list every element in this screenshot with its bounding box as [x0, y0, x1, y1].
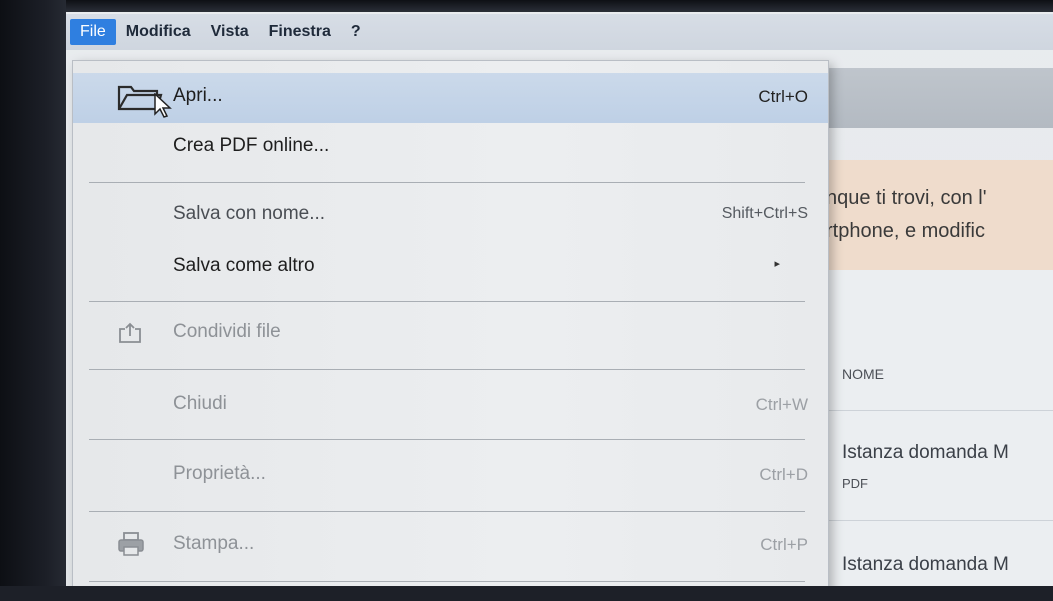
menu-separator — [89, 182, 805, 183]
menu-item-label: Proprietà... — [173, 463, 266, 484]
shortcut-label: Ctrl+O — [758, 87, 808, 106]
shortcut-label: Ctrl+W — [755, 395, 808, 414]
menu-item-proprieta[interactable]: Proprietà... Ctrl+D — [73, 451, 828, 501]
file-row-1-name[interactable]: Istanza domanda M — [842, 442, 1009, 464]
menu-separator — [89, 511, 805, 512]
menu-item-label: Salva con nome... — [173, 203, 326, 224]
menu-separator — [89, 439, 805, 440]
menu-item-label: Condividi file — [173, 321, 281, 342]
file-list: NOME Istanza domanda M PDF Istanza doman… — [826, 270, 1053, 601]
menu-separator — [89, 301, 805, 302]
file-row-2-name[interactable]: Istanza domanda M — [842, 554, 1009, 576]
menu-separator — [89, 369, 805, 370]
file-row-1-type: PDF — [842, 476, 868, 491]
menu-item-salva-con-nome[interactable]: Salva con nome... Shift+Ctrl+S — [73, 191, 828, 241]
menu-item-label: Crea PDF online... — [173, 135, 330, 156]
monitor-bezel-left — [0, 0, 66, 601]
screen: File Modifica Vista Finestra ? nque ti t… — [0, 0, 1053, 601]
menu-item-label: Chiudi — [173, 393, 227, 414]
menu-item-label: Apri... — [173, 85, 223, 106]
menu-finestra[interactable]: Finestra — [259, 19, 341, 45]
menu-item-chiudi[interactable]: Chiudi Ctrl+W — [73, 381, 828, 431]
toolbar-strip — [826, 68, 1053, 128]
printer-icon — [117, 531, 145, 562]
shortcut-label: Shift+Ctrl+S — [721, 205, 808, 222]
column-header-name[interactable]: NOME — [842, 366, 884, 382]
row-divider — [826, 520, 1053, 521]
monitor-bezel-top — [0, 0, 1053, 12]
shortcut-label: Ctrl+P — [760, 535, 808, 554]
monitor-bezel-bottom — [0, 586, 1053, 601]
menu-item-stampa[interactable]: Stampa... Ctrl+P — [73, 521, 828, 571]
banner-text-line-1: nque ti trovi, con l' — [826, 187, 987, 209]
menu-separator — [89, 581, 805, 582]
menu-item-label: Stampa... — [173, 533, 255, 554]
menu-vista[interactable]: Vista — [201, 19, 259, 45]
menu-item-salva-come-altro[interactable]: Salva come altro ▸ — [73, 243, 828, 293]
file-menu-dropdown: Apri... Ctrl+O Crea PDF online... Salva … — [72, 60, 829, 601]
menu-file[interactable]: File — [70, 19, 116, 45]
menu-modifica[interactable]: Modifica — [116, 19, 201, 45]
row-divider — [826, 410, 1053, 411]
promo-banner: nque ti trovi, con l' rtphone, e modific — [826, 160, 1053, 270]
menu-item-apri[interactable]: Apri... Ctrl+O — [73, 73, 828, 123]
menu-item-label: Salva come altro — [173, 255, 315, 276]
menu-bar: File Modifica Vista Finestra ? — [66, 14, 1053, 50]
mouse-cursor-icon — [153, 92, 173, 124]
banner-text-line-2: rtphone, e modific — [826, 220, 985, 242]
share-icon — [117, 321, 143, 350]
submenu-arrow-icon: ▸ — [774, 258, 780, 270]
shortcut-label: Ctrl+D — [759, 465, 808, 484]
menu-item-crea-pdf-online[interactable]: Crea PDF online... — [73, 123, 828, 173]
menu-help[interactable]: ? — [341, 19, 371, 45]
menu-item-condividi-file[interactable]: Condividi file — [73, 309, 828, 359]
